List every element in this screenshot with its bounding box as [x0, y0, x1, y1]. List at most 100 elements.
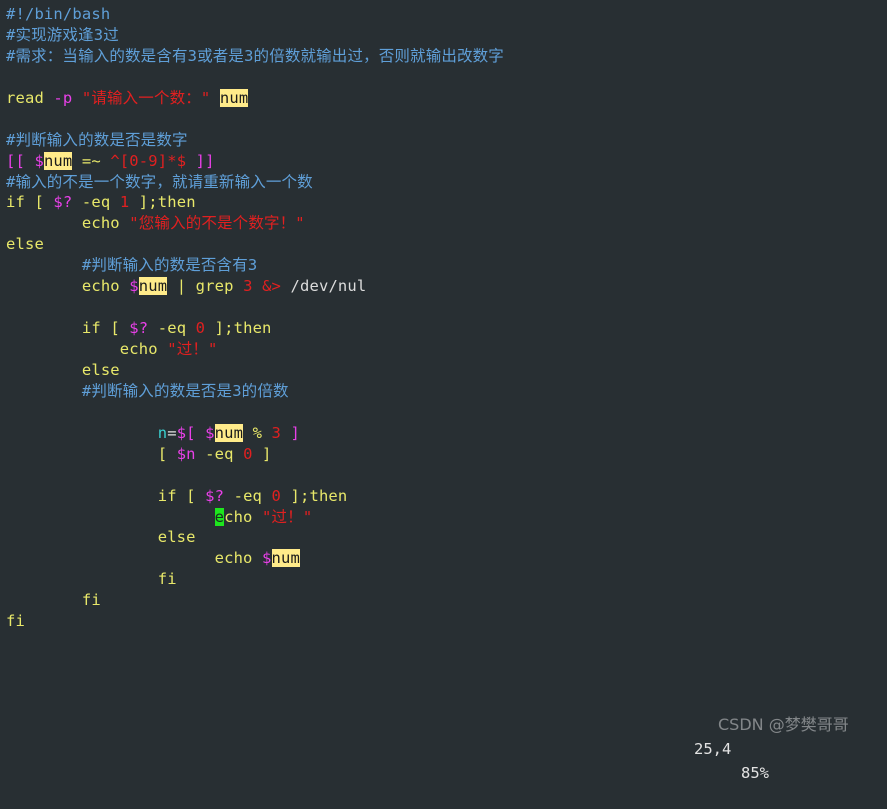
code-line-2: #实现游戏逢3过 [6, 25, 887, 46]
if-keyword: if [157, 486, 177, 505]
eq-operator: -eq [205, 444, 234, 463]
code-line-7: #判断输入的数是否是数字 [6, 130, 887, 151]
code-line-3: #需求：当输入的数是含有3或者是3的倍数就输出过，否则就输出改数字 [6, 46, 887, 67]
comment-text: #实现游戏逢3过 [6, 25, 119, 44]
code-line-17: echo "过！" [6, 339, 887, 360]
else-keyword: else [157, 528, 196, 547]
text-cursor: e [214, 507, 225, 526]
code-line-30: fi [6, 611, 887, 632]
modulo-operator: % [252, 423, 263, 442]
number-literal: 1 [119, 193, 130, 212]
fi-keyword: fi [6, 612, 25, 631]
number-literal: 0 [271, 486, 282, 505]
fi-keyword: fi [81, 591, 101, 610]
cursor-position-indicator: 25,4 [694, 740, 732, 758]
code-line-19: #判断输入的数是否是3的倍数 [6, 381, 887, 402]
comment-text: #判断输入的数是否是3的倍数 [81, 381, 289, 400]
code-line-5: read -p "请输入一个数：" num [6, 88, 887, 109]
echo-keyword: echo [81, 277, 120, 296]
code-line-11: echo "您输入的不是个数字！" [6, 213, 887, 234]
echo-keyword: echo [81, 214, 120, 233]
code-line-1: #!/bin/bash [6, 4, 887, 25]
search-match-num: num [214, 423, 244, 442]
then-keyword: ;then [224, 319, 272, 338]
dollar-sign: $ [205, 423, 215, 442]
test-bracket-close: ] [138, 193, 149, 212]
code-line-13: #判断输入的数是否含有3 [6, 255, 887, 276]
code-line-9: #输入的不是一个数字，就请重新输入一个数 [6, 172, 887, 193]
code-line-14: echo $num | grep 3 &> /dev/nul [6, 276, 887, 297]
prompt-string: "请输入一个数：" [81, 88, 211, 107]
test-bracket-close: ] [290, 486, 300, 505]
code-line-29: fi [6, 590, 887, 611]
regex-match-operator: =~ [81, 151, 101, 170]
vim-status-ruler: 25,4 85% [0, 713, 887, 782]
dollar-sign: $ [262, 549, 272, 568]
code-line-23-blank [6, 465, 887, 486]
status-variable: $? [129, 319, 149, 338]
if-keyword: if [6, 193, 25, 212]
comment-text: #判断输入的数是否是数字 [6, 130, 188, 149]
search-match-num: num [271, 549, 300, 568]
n-variable-ref: $n [176, 444, 196, 463]
code-line-22: [ $n -eq 0 ] [6, 444, 887, 465]
double-bracket-close: ]] [195, 151, 215, 170]
code-line-28: fi [6, 569, 887, 590]
test-bracket-open: [ [186, 486, 196, 505]
regex-pattern: ^[0-9]*$ [110, 151, 187, 170]
dollar-sign: $ [129, 277, 139, 296]
status-variable: $? [205, 486, 225, 505]
shebang-comment: #!/bin/bash [6, 5, 111, 23]
code-line-8: [[ $num =~ ^[0-9]*$ ]] [6, 151, 887, 172]
code-line-27: echo $num [6, 548, 887, 569]
code-line-20-blank [6, 402, 887, 423]
test-bracket-close: ] [262, 444, 272, 463]
search-match-num: num [43, 151, 73, 170]
scroll-percent-indicator: 85% [741, 764, 769, 782]
comment-text: #判断输入的数是否含有3 [81, 256, 258, 275]
if-keyword: if [81, 319, 101, 338]
code-line-10: if [ $? -eq 1 ];then [6, 192, 887, 213]
number-literal: 3 [271, 423, 282, 442]
pass-string: "过！" [262, 507, 313, 526]
code-line-25: echo "过！" [6, 507, 887, 528]
eq-operator: -eq [81, 193, 111, 212]
code-line-15-blank [6, 297, 887, 318]
code-line-26: else [6, 527, 887, 548]
grep-command: grep [195, 277, 234, 296]
code-line-12: else [6, 234, 887, 255]
read-keyword: read [6, 88, 44, 107]
code-line-4-blank [6, 67, 887, 88]
code-line-24: if [ $? -eq 0 ];then [6, 486, 887, 507]
double-bracket-open: [[ [6, 151, 25, 170]
echo-keyword: echo [119, 340, 158, 358]
number-literal: 3 [243, 277, 253, 296]
code-line-21: n=$[ $num % 3 ] [6, 423, 887, 444]
code-line-6-blank [6, 109, 887, 130]
dollar-sign: $ [34, 151, 44, 170]
test-bracket-close: ] [214, 319, 225, 338]
echo-keyword: echo [214, 549, 253, 568]
comment-text: #输入的不是一个数字，就请重新输入一个数 [6, 172, 313, 191]
search-match-num: num [138, 277, 168, 296]
number-literal: 0 [243, 444, 253, 463]
pipe-operator: | [176, 277, 187, 296]
read-p-flag: -p [53, 88, 73, 107]
pass-string: "过！" [167, 340, 218, 358]
else-keyword: else [6, 235, 44, 254]
devnull-path: /dev/nul [290, 277, 367, 296]
code-line-18: else [6, 360, 887, 381]
test-bracket-open: [ [110, 319, 120, 338]
status-variable: $? [53, 193, 73, 212]
else-keyword: else [81, 360, 120, 379]
echo-keyword-rest: cho [224, 507, 253, 526]
arith-open: $[ [176, 423, 196, 442]
fi-keyword: fi [157, 570, 177, 589]
n-variable-name: n [157, 423, 168, 442]
arith-close: ] [290, 423, 300, 442]
vim-editor-buffer[interactable]: #!/bin/bash #实现游戏逢3过 #需求：当输入的数是含有3或者是3的倍… [0, 0, 887, 782]
number-literal: 0 [195, 319, 206, 338]
assign-operator: = [167, 423, 177, 442]
then-keyword: ;then [148, 193, 196, 212]
error-string: "您输入的不是个数字！" [129, 214, 305, 233]
